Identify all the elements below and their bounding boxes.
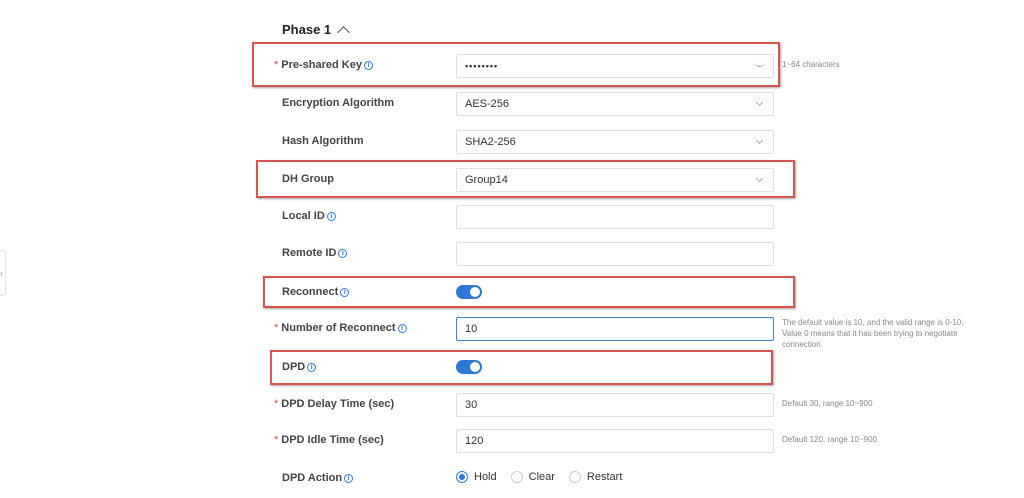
local-id-label: Local ID xyxy=(282,210,325,222)
number-of-reconnect-row: * Number of Reconnect i 10 The default val… xyxy=(274,317,963,349)
number-of-reconnect-hint: The default value is 10, and the valid r… xyxy=(782,318,964,349)
radio-restart[interactable]: Restart xyxy=(568,471,623,483)
remote-id-input[interactable] xyxy=(456,242,774,266)
info-icon[interactable]: i xyxy=(344,473,354,483)
radio-clear[interactable]: Clear xyxy=(510,471,555,483)
remote-id-row: Remote ID i xyxy=(274,242,794,268)
info-icon[interactable]: i xyxy=(397,323,407,333)
encryption-algorithm-value: AES-256 xyxy=(465,98,510,110)
number-of-reconnect-label: Number of Reconnect xyxy=(281,322,396,334)
dpd-action-radio-group: Hold Clear Restart xyxy=(456,471,622,483)
highlight-box-reconnect xyxy=(263,276,795,308)
hash-algorithm-label: Hash Algorithm xyxy=(282,135,364,147)
dpd-delay-time-hint: Default 30, range 10~900 xyxy=(782,399,873,408)
encryption-algorithm-select[interactable]: AES-256 xyxy=(456,92,774,116)
dpd-action-label: DPD Action xyxy=(282,472,343,484)
number-of-reconnect-value: 10 xyxy=(465,323,478,335)
required-asterisk: * xyxy=(274,434,279,446)
hash-algorithm-value: SHA2-256 xyxy=(465,136,516,148)
dpd-idle-time-input[interactable]: 120 xyxy=(456,429,774,453)
hash-algorithm-select[interactable]: SHA2-256 xyxy=(456,130,774,154)
phase1-section-header[interactable]: Phase 1 xyxy=(282,22,351,39)
radio-hold-label: Hold xyxy=(474,471,497,483)
dpd-idle-time-label: DPD Idle Time (sec) xyxy=(281,434,384,446)
highlight-box-dh-group xyxy=(256,160,795,198)
dpd-idle-time-value: 120 xyxy=(465,435,484,447)
dpd-idle-time-hint: Default 120, range 10~900 xyxy=(782,435,877,444)
radio-hold[interactable]: Hold xyxy=(456,471,497,483)
local-id-row: Local ID i xyxy=(274,205,794,231)
highlight-box-dpd xyxy=(270,350,773,385)
pre-shared-key-hint: 1~64 characters xyxy=(782,60,840,69)
dpd-delay-time-input[interactable]: 30 xyxy=(456,393,774,417)
required-asterisk: * xyxy=(274,322,279,334)
required-asterisk: * xyxy=(274,398,279,410)
highlight-box-pre-shared-key xyxy=(252,42,780,87)
chevron-up-icon[interactable] xyxy=(337,25,351,39)
local-id-input[interactable] xyxy=(456,205,774,229)
side-panel-handle[interactable]: ‹ xyxy=(0,250,6,296)
radio-unchecked-icon xyxy=(568,471,581,483)
number-of-reconnect-input[interactable]: 10 xyxy=(456,317,774,341)
dpd-action-row: DPD Action i Hold Clear Restart xyxy=(274,467,794,493)
encryption-algorithm-row: Encryption Algorithm AES-256 xyxy=(274,92,794,118)
chevron-down-icon xyxy=(755,98,764,107)
encryption-algorithm-label: Encryption Algorithm xyxy=(282,97,395,109)
dpd-delay-time-row: * DPD Delay Time (sec) 30 Default 30, ran… xyxy=(274,393,873,419)
chevron-down-icon xyxy=(755,136,764,145)
radio-clear-label: Clear xyxy=(528,471,555,483)
section-title: Phase 1 xyxy=(282,22,332,37)
radio-unchecked-icon xyxy=(510,471,523,483)
info-icon[interactable]: i xyxy=(326,211,336,221)
radio-restart-label: Restart xyxy=(586,471,623,483)
dpd-delay-time-value: 30 xyxy=(465,399,478,411)
chevron-left-icon: ‹ xyxy=(0,268,3,278)
radio-checked-icon xyxy=(456,471,468,483)
hash-algorithm-row: Hash Algorithm SHA2-256 xyxy=(274,130,794,156)
dpd-delay-time-label: DPD Delay Time (sec) xyxy=(281,398,395,410)
info-icon[interactable]: i xyxy=(338,248,348,258)
remote-id-label: Remote ID xyxy=(282,247,337,259)
dpd-idle-time-row: * DPD Idle Time (sec) 120 Default 120, ra… xyxy=(274,429,877,455)
